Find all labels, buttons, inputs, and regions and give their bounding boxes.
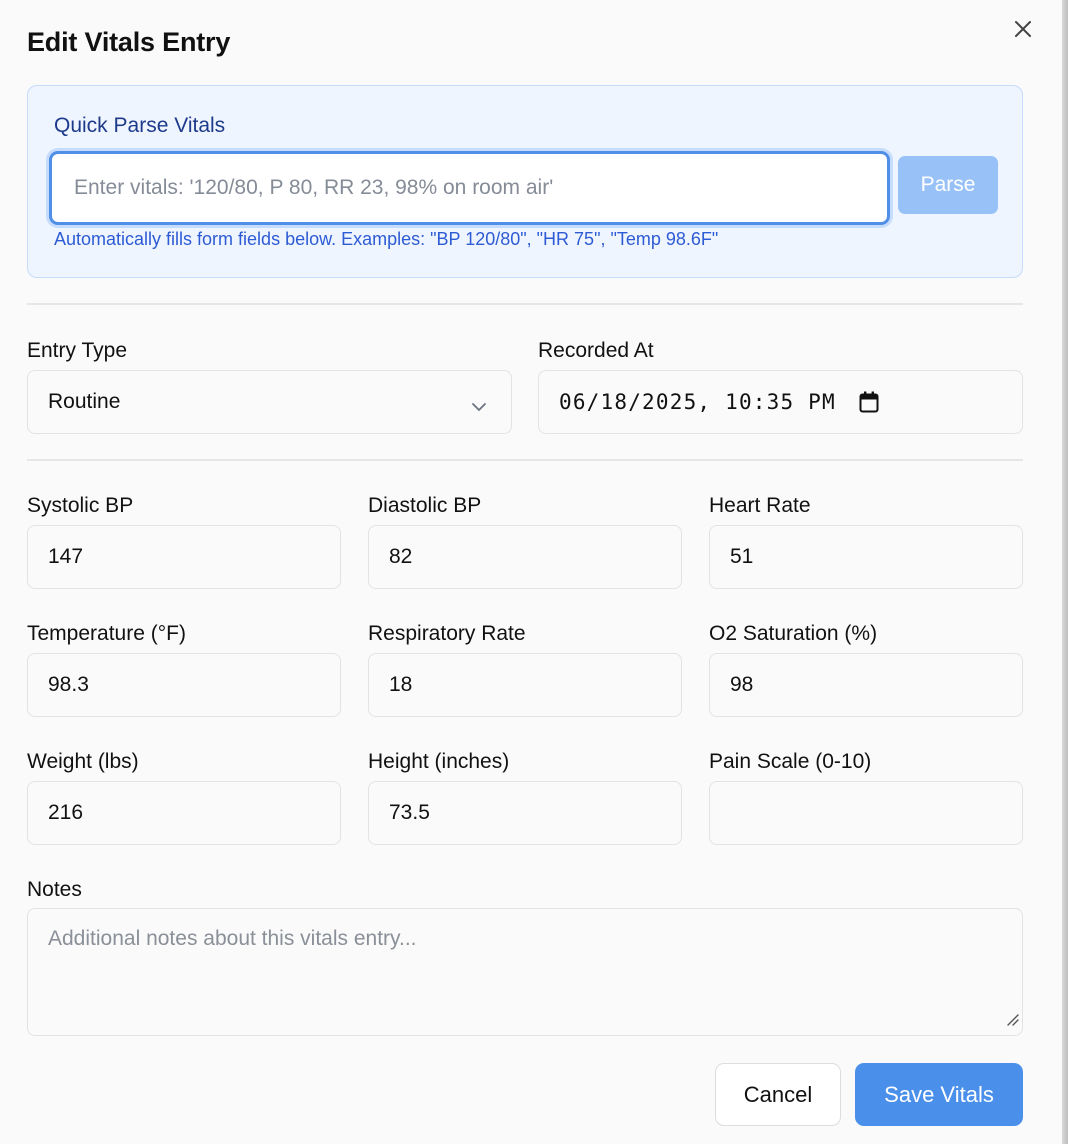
- systolic-bp-label: Systolic BP: [27, 494, 134, 517]
- close-icon[interactable]: [1014, 20, 1032, 43]
- resize-handle-icon[interactable]: [1004, 1009, 1020, 1033]
- o2-saturation-label: O2 Saturation (%): [709, 622, 878, 645]
- diastolic-bp-input[interactable]: 82: [368, 525, 682, 589]
- systolic-bp-value: 147: [48, 545, 84, 568]
- dialog-title: Edit Vitals Entry: [27, 27, 231, 57]
- quick-parse-help-text: Automatically fills form fields below. E…: [54, 229, 719, 249]
- height-input[interactable]: 73.5: [368, 781, 682, 845]
- heart-rate-input[interactable]: 51: [709, 525, 1023, 589]
- quick-parse-label: Quick Parse Vitals: [54, 114, 226, 137]
- divider: [27, 459, 1023, 461]
- recorded-at-label: Recorded At: [538, 339, 654, 362]
- systolic-bp-input[interactable]: 147: [27, 525, 341, 589]
- temperature-input[interactable]: 98.3: [27, 653, 341, 717]
- height-value: 73.5: [389, 801, 430, 824]
- respiratory-rate-input[interactable]: 18: [368, 653, 682, 717]
- chevron-down-icon: [471, 395, 487, 419]
- diastolic-bp-value: 82: [389, 545, 413, 568]
- quick-parse-panel: Quick Parse Vitals Parse Automatically f…: [27, 85, 1023, 278]
- height-label: Height (inches): [368, 750, 510, 773]
- weight-input[interactable]: 216: [27, 781, 341, 845]
- pain-scale-input[interactable]: [709, 781, 1023, 845]
- notes-textarea[interactable]: Additional notes about this vitals entry…: [27, 908, 1023, 1036]
- o2-saturation-input[interactable]: 98: [709, 653, 1023, 717]
- entry-type-value: Routine: [48, 390, 121, 413]
- pain-scale-label: Pain Scale (0-10): [709, 750, 872, 773]
- heart-rate-label: Heart Rate: [709, 494, 811, 517]
- recorded-at-value: 06/18/2025, 10:35 PM: [559, 390, 836, 414]
- divider: [27, 303, 1023, 305]
- entry-type-label: Entry Type: [27, 339, 127, 362]
- notes-label: Notes: [27, 878, 82, 901]
- respiratory-rate-value: 18: [389, 673, 413, 696]
- notes-placeholder: Additional notes about this vitals entry…: [48, 927, 417, 950]
- cancel-button[interactable]: Cancel: [715, 1063, 841, 1126]
- edit-vitals-dialog: Edit Vitals Entry Quick Parse Vitals Par…: [0, 0, 1062, 1144]
- window-edge: [1062, 0, 1068, 1144]
- temperature-label: Temperature (°F): [27, 622, 186, 645]
- respiratory-rate-label: Respiratory Rate: [368, 622, 526, 645]
- o2-saturation-value: 98: [730, 673, 754, 696]
- quick-parse-input[interactable]: [49, 151, 890, 225]
- weight-value: 216: [48, 801, 84, 824]
- save-vitals-button[interactable]: Save Vitals: [855, 1063, 1023, 1126]
- parse-button[interactable]: Parse: [898, 156, 998, 214]
- heart-rate-value: 51: [730, 545, 754, 568]
- temperature-value: 98.3: [48, 673, 89, 696]
- close-button[interactable]: [1010, 18, 1036, 44]
- entry-type-select[interactable]: Routine: [27, 370, 512, 434]
- diastolic-bp-label: Diastolic BP: [368, 494, 482, 517]
- weight-label: Weight (lbs): [27, 750, 139, 773]
- recorded-at-input[interactable]: 06/18/2025, 10:35 PM: [538, 370, 1023, 434]
- calendar-icon[interactable]: [859, 391, 879, 418]
